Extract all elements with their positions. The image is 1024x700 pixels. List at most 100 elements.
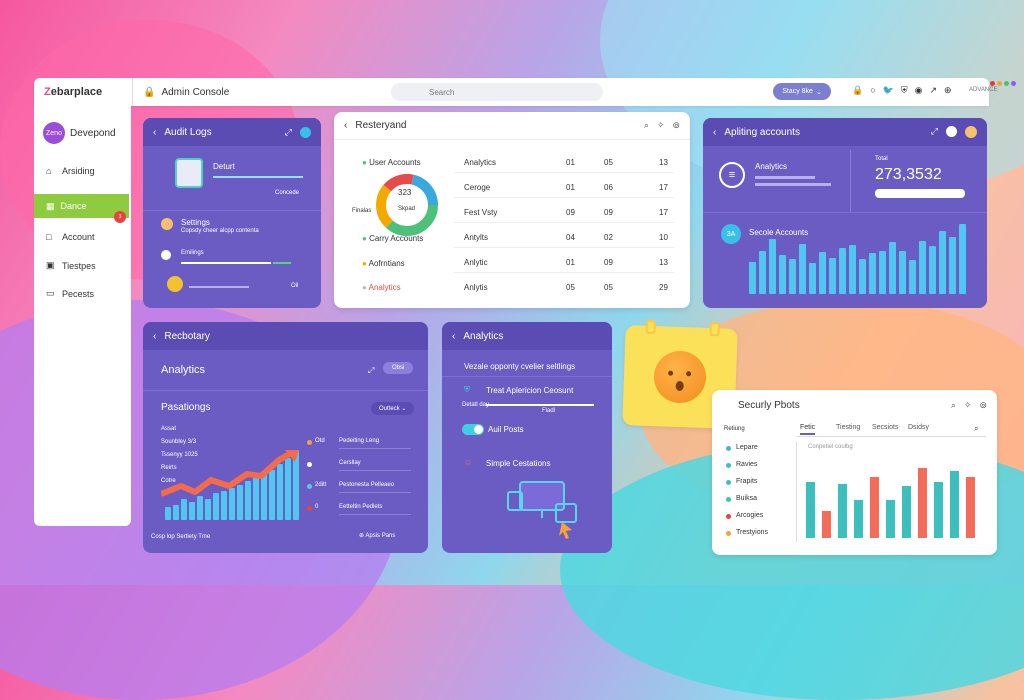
- table-cell-name: Fest Vsty: [464, 208, 498, 217]
- section-title: Secole Accounts: [749, 228, 809, 237]
- table-cell-b: 06: [604, 183, 613, 192]
- legend-dot-icon: [307, 506, 312, 511]
- donut-side-label: Finalas: [352, 208, 372, 214]
- dot-icon: ●: [362, 283, 367, 292]
- lock-icon[interactable]: 🔒: [852, 85, 863, 96]
- bar-mark: [950, 471, 959, 538]
- legend-divider: [339, 448, 411, 449]
- shield-icon: ⛨: [464, 385, 470, 394]
- recovery-section-title: Pasationgs: [161, 402, 211, 413]
- settings-icon[interactable]: ⊚: [672, 120, 680, 131]
- legend-label[interactable]: Cersllay: [339, 460, 361, 466]
- tab-dsidsy[interactable]: Dsidsy: [908, 424, 929, 433]
- back-icon[interactable]: ‹: [713, 127, 716, 138]
- share-icon[interactable]: ↗: [930, 85, 938, 96]
- total-input[interactable]: [875, 189, 965, 198]
- trend-line: [161, 450, 295, 497]
- twitter-icon[interactable]: 🐦: [883, 85, 894, 96]
- bar-mark: [929, 246, 936, 294]
- tab-fetic[interactable]: Fetic: [800, 424, 816, 435]
- back-icon[interactable]: ‹: [153, 127, 156, 138]
- search-icon[interactable]: ⌕: [644, 120, 649, 131]
- bar-mark: [869, 253, 876, 294]
- chart-caption: Conpetiel coulbg: [808, 444, 853, 450]
- sidebar: Zeno Devepond ⌂ Arsiding ▦ Dance 3 □ Accoun…: [34, 106, 131, 526]
- bar-mark: [949, 237, 956, 294]
- shield-icon[interactable]: ⛨: [901, 85, 908, 96]
- search-icon[interactable]: ⌕: [974, 424, 978, 434]
- bar-mark: [859, 259, 866, 294]
- settings-icon[interactable]: ⊚: [979, 400, 987, 411]
- table-cell-b: 05: [604, 158, 613, 167]
- back-icon[interactable]: ‹: [153, 331, 156, 342]
- bar-mark: [899, 251, 906, 294]
- analytics-item1: Treat Aplericion Ceosunt: [486, 386, 574, 395]
- sidebar-item-arsiding[interactable]: ⌂ Arsiding: [46, 166, 95, 176]
- legend-label[interactable]: Eetteltin Pedlets: [339, 504, 382, 510]
- settings-subtitle: Copsdy cheer alcpp contenta: [181, 228, 259, 234]
- user-dropdown[interactable]: Stacy 8ke ⌄: [773, 83, 831, 100]
- expand-icon[interactable]: ⤢: [285, 127, 292, 138]
- expand-icon[interactable]: ⤢: [931, 126, 938, 138]
- legend-dot-icon: [726, 463, 731, 468]
- brand[interactable]: Zeno Devepond: [34, 106, 131, 144]
- table-cell-c: 13: [659, 258, 668, 267]
- menu-icon[interactable]: ≡: [719, 162, 745, 188]
- emoji-bar: [189, 286, 249, 288]
- eye-icon[interactable]: ◉: [915, 85, 923, 96]
- chat-icon[interactable]: ○: [870, 85, 875, 96]
- recovery-pill-button[interactable]: Obsi: [383, 362, 414, 374]
- legend-label: Lepare: [736, 444, 758, 451]
- bar-mark: [779, 255, 786, 294]
- legend-value: 0: [315, 504, 319, 510]
- divider: [143, 210, 321, 211]
- bar-mark: [789, 259, 796, 294]
- legend-label[interactable]: Pedeiting Leng: [339, 438, 379, 444]
- back-icon[interactable]: ‹: [344, 120, 347, 131]
- dot-icon: ●: [362, 234, 367, 243]
- back-icon[interactable]: ‹: [452, 331, 455, 342]
- expand-icon[interactable]: ⤢: [368, 366, 374, 376]
- sticky-tab: [645, 319, 656, 335]
- person-icon: ☺: [464, 458, 473, 467]
- table-cell-a: 01: [566, 183, 575, 192]
- table-row-divider: [454, 197, 674, 198]
- settings-icon[interactable]: [300, 126, 311, 138]
- dot-icon: ●: [362, 158, 367, 167]
- search-icon[interactable]: ⌕: [951, 400, 956, 411]
- mouth-icon: [675, 380, 684, 392]
- deturt-label: Deturt: [213, 162, 235, 171]
- bar-mark: [934, 482, 943, 538]
- bar-mark: [849, 245, 856, 294]
- sparkle-icon[interactable]: ✧: [964, 400, 972, 411]
- analytics-slider[interactable]: [486, 404, 594, 406]
- sparkle-icon[interactable]: ✧: [657, 120, 665, 131]
- toggle-switch[interactable]: [462, 424, 484, 435]
- bar-mark: [854, 500, 863, 538]
- analytics-bar: [755, 183, 831, 186]
- sidebar-item-tiestpes[interactable]: ▣ Tiestpes: [46, 260, 96, 271]
- recovery-footer-button[interactable]: ⊕ Apsis Pans: [359, 532, 395, 539]
- lock-icon: 🔒: [143, 86, 156, 98]
- legend-dot-icon: [726, 446, 731, 451]
- avatar[interactable]: [965, 126, 977, 138]
- bar-mark: [909, 260, 916, 294]
- table-cell-b: 02: [604, 233, 613, 242]
- recovery-select[interactable]: Outteck ⌄: [371, 402, 415, 415]
- monitor-icon: ▭: [46, 288, 55, 298]
- add-icon[interactable]: ⊕: [944, 85, 952, 96]
- sidebar-item-pecests[interactable]: ▭ Pecests: [46, 288, 94, 299]
- tab-tiesting[interactable]: Tiesting: [836, 424, 860, 433]
- resteryand-panel: ‹ Resteryand ⌕ ✧ ⊚ 323 Skpad Finalas ● Use…: [334, 112, 690, 308]
- color-dots: [990, 81, 1016, 86]
- email-bar-accent: [273, 262, 291, 264]
- security-header: Securly Pbots ⌕ ✧ ⊚: [712, 390, 997, 420]
- stat-label: Sounbley 3/3: [161, 439, 197, 445]
- table-cell-a: 09: [566, 208, 575, 217]
- tab-secsiots[interactable]: Secsiots: [872, 424, 898, 433]
- search-input[interactable]: Search: [391, 83, 603, 101]
- sidebar-item-account[interactable]: □ Account: [46, 232, 95, 242]
- legend-label[interactable]: Pestonesta Pelleaeo: [339, 482, 394, 488]
- app-logo[interactable]: Zebarplace: [34, 86, 132, 98]
- security-title: Securly Pbots: [738, 399, 800, 411]
